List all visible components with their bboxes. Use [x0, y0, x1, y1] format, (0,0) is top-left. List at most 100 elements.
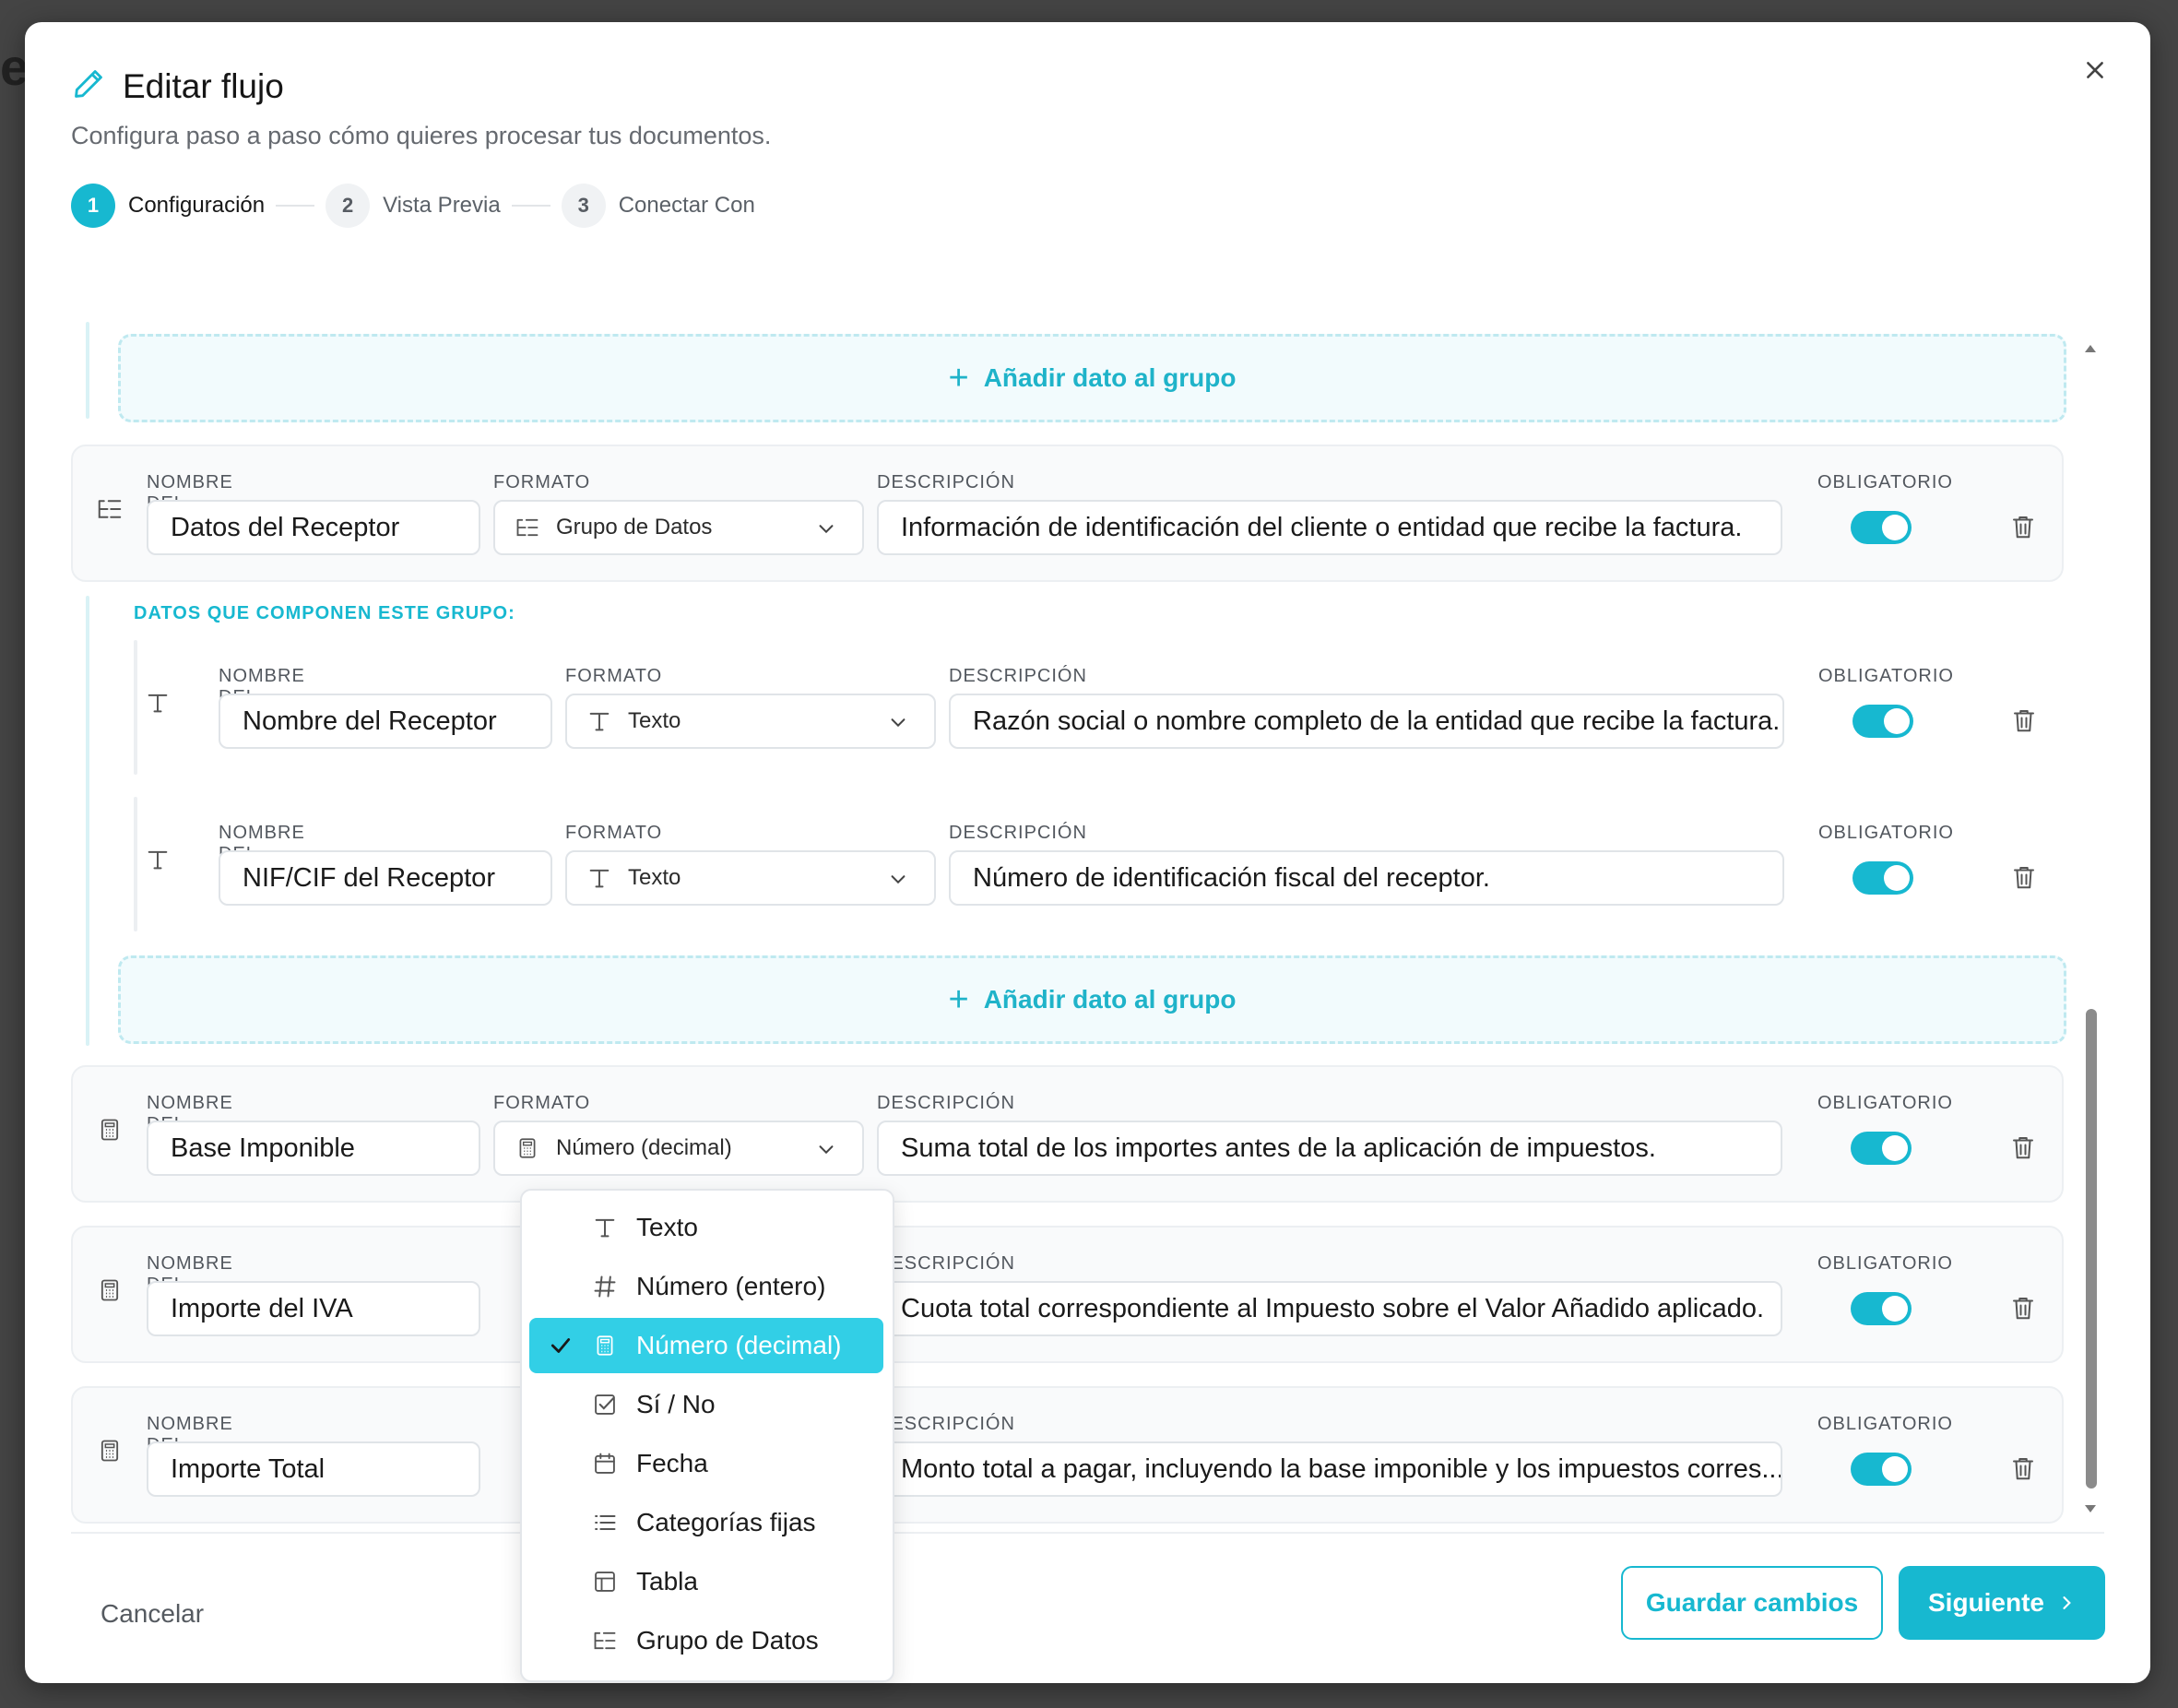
- option-label: Grupo de Datos: [636, 1626, 819, 1655]
- modal-subtitle: Configura paso a paso cómo quieres proce…: [71, 122, 772, 149]
- field-description-input[interactable]: Suma total de los importes antes de la a…: [877, 1121, 1782, 1176]
- required-label: OBLIGATORIO: [1817, 1093, 1953, 1113]
- calculator-icon: [514, 1134, 541, 1162]
- step-conectar-con[interactable]: 3 Conectar Con: [561, 184, 755, 228]
- scroll-up-arrow-icon[interactable]: [2082, 340, 2099, 357]
- option-numero-decimal[interactable]: Número (decimal): [529, 1318, 883, 1373]
- field-description-input[interactable]: Cuota total correspondiente al Impuesto …: [877, 1281, 1782, 1336]
- edit-flow-modal: Editar flujo Configura paso a paso cómo …: [25, 22, 2150, 1683]
- option-si-no[interactable]: Sí / No: [529, 1377, 883, 1432]
- format-label: FORMATO: [493, 472, 591, 492]
- checkbox-icon: [586, 1386, 623, 1423]
- required-label: OBLIGATORIO: [1818, 666, 1954, 686]
- field-name-input[interactable]: Importe Total: [147, 1441, 480, 1497]
- field-description-input[interactable]: Número de identificación fiscal del rece…: [949, 850, 1784, 906]
- step-vista-previa[interactable]: 2 Vista Previa: [326, 184, 501, 228]
- option-label: Texto: [636, 1213, 698, 1241]
- add-to-group-label: Añadir dato al grupo: [983, 363, 1237, 392]
- format-select[interactable]: Grupo de Datos: [493, 500, 864, 555]
- step-number: 2: [326, 184, 371, 228]
- field-name-input[interactable]: Base Imponible: [147, 1121, 480, 1176]
- required-toggle[interactable]: [1851, 1132, 1912, 1165]
- format-label: FORMATO: [565, 823, 663, 843]
- group-icon: [586, 1622, 623, 1659]
- add-to-group-label: Añadir dato al grupo: [983, 985, 1237, 1014]
- field-description-input[interactable]: Razón social o nombre completo de la ent…: [949, 694, 1784, 749]
- field-description-input[interactable]: Monto total a pagar, incluyendo la base …: [877, 1441, 1782, 1497]
- scrollbar[interactable]: [2082, 340, 2099, 1521]
- scrollbar-thumb[interactable]: [2086, 1009, 2097, 1489]
- field-name-input[interactable]: NIF/CIF del Receptor: [219, 850, 552, 906]
- field-description-input[interactable]: Información de identificación del client…: [877, 500, 1782, 555]
- required-toggle[interactable]: [1852, 861, 1913, 895]
- plus-icon: +: [948, 979, 969, 1019]
- step-label: Vista Previa: [383, 193, 501, 218]
- step-number: 1: [71, 184, 115, 228]
- calculator-icon: [93, 1274, 126, 1307]
- required-label: OBLIGATORIO: [1817, 472, 1953, 492]
- format-select[interactable]: Texto: [565, 694, 936, 749]
- fields-list[interactable]: + Añadir dato al grupo NOMBRE DEL DATO F…: [25, 299, 2150, 1544]
- format-value: Texto: [628, 708, 681, 733]
- required-toggle[interactable]: [1851, 511, 1912, 544]
- chevron-down-icon: [888, 712, 908, 739]
- option-texto[interactable]: Texto: [529, 1200, 883, 1255]
- step-label: Configuración: [128, 193, 266, 218]
- description-label: DESCRIPCIÓN: [949, 823, 1087, 843]
- stepper: 1 Configuración 2 Vista Previa 3 Conecta…: [71, 184, 755, 228]
- trash-icon[interactable]: [2007, 860, 2041, 894]
- format-select[interactable]: Número (decimal): [493, 1121, 864, 1176]
- step-number: 3: [561, 184, 606, 228]
- trash-icon[interactable]: [2006, 1291, 2040, 1324]
- close-icon: [2087, 62, 2103, 78]
- description-label: DESCRIPCIÓN: [877, 1253, 1015, 1274]
- step-configuracion[interactable]: 1 Configuración: [71, 184, 265, 228]
- format-value: Número (decimal): [556, 1135, 732, 1160]
- group-guide-line: [86, 322, 89, 419]
- field-name-input[interactable]: Importe del IVA: [147, 1281, 480, 1336]
- text-icon: [586, 864, 613, 892]
- add-to-group-button[interactable]: + Añadir dato al grupo: [118, 955, 2066, 1044]
- option-tabla[interactable]: Tabla: [529, 1554, 883, 1609]
- modal-title: Editar flujo: [123, 66, 284, 105]
- trash-icon[interactable]: [2006, 510, 2040, 543]
- next-button-label: Siguiente: [1927, 1588, 2044, 1617]
- child-guide-line: [134, 797, 137, 931]
- option-label: Tabla: [636, 1567, 698, 1595]
- check-icon: [542, 1334, 579, 1358]
- chevron-right-icon: [2057, 1594, 2076, 1612]
- add-to-group-button[interactable]: + Añadir dato al grupo: [118, 334, 2066, 422]
- calculator-icon: [93, 1113, 126, 1146]
- chevron-down-icon: [816, 1139, 836, 1166]
- chevron-down-icon: [888, 869, 908, 896]
- option-categorias-fijas[interactable]: Categorías fijas: [529, 1495, 883, 1550]
- trash-icon[interactable]: [2006, 1452, 2040, 1485]
- format-value: Texto: [628, 865, 681, 890]
- table-icon: [586, 1563, 623, 1600]
- child-guide-line: [134, 640, 137, 775]
- calendar-icon: [586, 1445, 623, 1482]
- format-label: FORMATO: [493, 1093, 591, 1113]
- option-label: Sí / No: [636, 1390, 716, 1418]
- field-name-input[interactable]: Datos del Receptor: [147, 500, 480, 555]
- group-icon: [93, 492, 126, 526]
- trash-icon[interactable]: [2006, 1131, 2040, 1164]
- group-icon: [514, 514, 541, 541]
- chevron-down-icon: [816, 518, 836, 545]
- option-numero-entero[interactable]: Número (entero): [529, 1259, 883, 1314]
- cancel-button[interactable]: Cancelar: [101, 1599, 204, 1629]
- trash-icon[interactable]: [2007, 704, 2041, 737]
- required-toggle[interactable]: [1852, 705, 1913, 738]
- field-name-input[interactable]: Nombre del Receptor: [219, 694, 552, 749]
- required-toggle[interactable]: [1851, 1453, 1912, 1486]
- format-select[interactable]: Texto: [565, 850, 936, 906]
- required-toggle[interactable]: [1851, 1292, 1912, 1325]
- option-fecha[interactable]: Fecha: [529, 1436, 883, 1491]
- pencil-icon: [71, 66, 106, 106]
- close-button[interactable]: [2073, 48, 2117, 92]
- required-label: OBLIGATORIO: [1817, 1414, 1953, 1434]
- save-changes-button[interactable]: Guardar cambios: [1621, 1566, 1883, 1640]
- next-button[interactable]: Siguiente: [1899, 1566, 2105, 1640]
- option-grupo-de-datos[interactable]: Grupo de Datos: [529, 1613, 883, 1668]
- scroll-down-arrow-icon[interactable]: [2082, 1500, 2099, 1517]
